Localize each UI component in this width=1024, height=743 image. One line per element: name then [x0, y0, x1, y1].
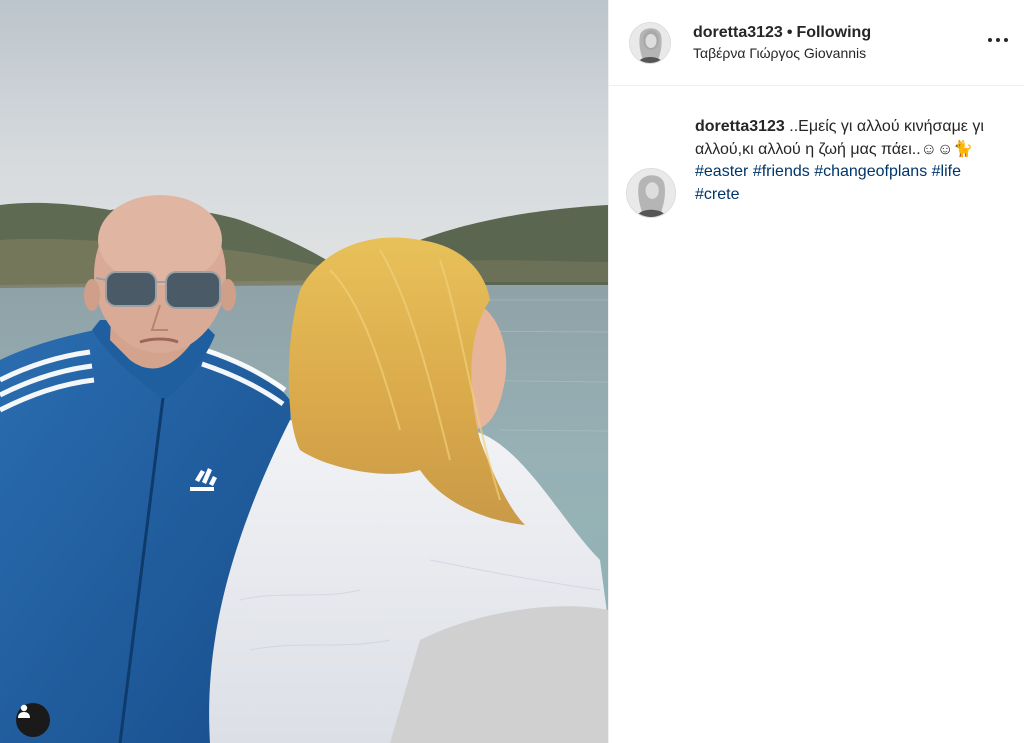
- more-options-button[interactable]: [984, 30, 1012, 50]
- post-photo[interactable]: [0, 0, 608, 743]
- hashtag-changeofplans[interactable]: #changeofplans: [814, 163, 927, 180]
- hashtag-crete[interactable]: #crete: [695, 186, 739, 203]
- photo-scene: [0, 0, 608, 743]
- header-separator: •: [786, 24, 793, 41]
- caption-username[interactable]: doretta3123: [695, 118, 785, 135]
- more-dot: [988, 38, 992, 42]
- hashtag-easter[interactable]: #easter: [695, 163, 748, 180]
- caption-text: doretta3123 ..Εμείς γι αλλού κινήσαμε γι…: [695, 116, 995, 218]
- instagram-post: doretta3123 • Following Ταβέρνα Γιώργος Gi…: [0, 0, 1024, 743]
- more-dot: [1004, 38, 1008, 42]
- profile-avatar[interactable]: [629, 21, 671, 64]
- header-title-line: doretta3123 • Following: [693, 23, 871, 43]
- hashtag-life[interactable]: #life: [932, 163, 961, 180]
- caption-row: doretta3123 ..Εμείς γι αλλού κινήσαμε γι…: [609, 86, 1024, 218]
- hashtag-friends[interactable]: #friends: [753, 163, 810, 180]
- more-dot: [996, 38, 1000, 42]
- header-text: doretta3123 • Following Ταβέρνα Γιώργος Gi…: [693, 23, 871, 62]
- user-tag-button[interactable]: [16, 703, 50, 737]
- header-username[interactable]: doretta3123: [693, 24, 783, 41]
- caption-avatar[interactable]: [626, 168, 676, 218]
- user-tag-icon: [18, 704, 30, 718]
- caption-avatar-image: [627, 169, 675, 217]
- location-link[interactable]: Ταβέρνα Γιώργος Giovannis: [693, 44, 871, 62]
- post-side-panel: doretta3123 • Following Ταβέρνα Γιώργος Gi…: [608, 0, 1024, 743]
- avatar-image: [630, 22, 670, 63]
- following-button[interactable]: Following: [796, 24, 871, 41]
- post-header: doretta3123 • Following Ταβέρνα Γιώργος Gi…: [609, 0, 1024, 86]
